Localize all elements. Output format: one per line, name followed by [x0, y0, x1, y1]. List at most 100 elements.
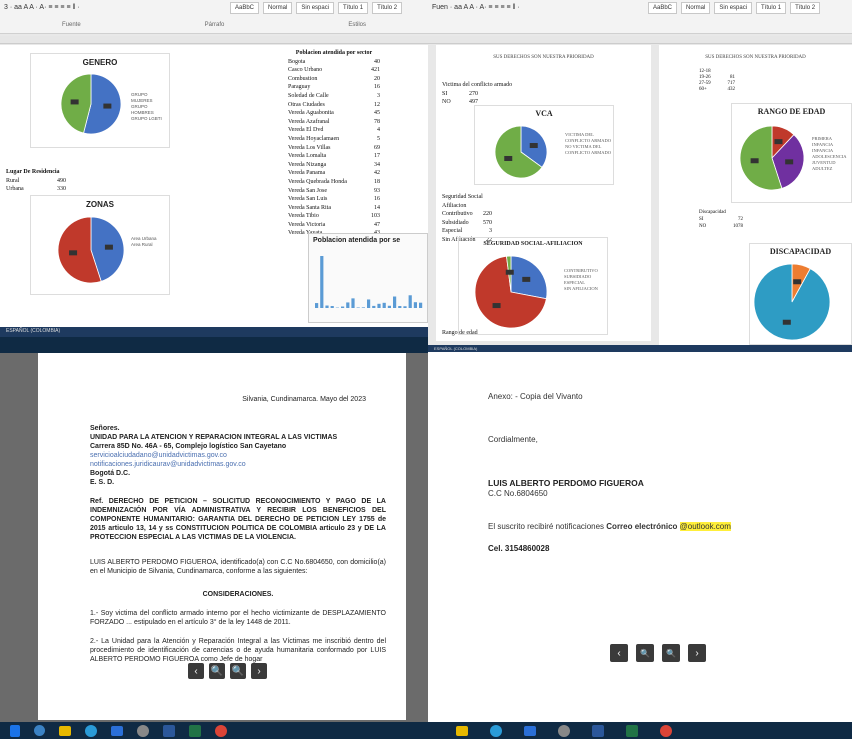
sector-row: Vereda Los Villas 69	[288, 144, 380, 151]
bar	[408, 295, 412, 308]
next-page-button[interactable]: ›	[251, 663, 267, 679]
bar	[413, 302, 417, 308]
excel-icon[interactable]	[626, 724, 638, 737]
slice-label	[782, 319, 791, 325]
taskbar-bottom-left	[0, 722, 428, 739]
sector-row: Soledad de Calle 3	[288, 92, 380, 99]
slice-label	[103, 103, 112, 109]
chart-seguridad-social: SEGURIDAD SOCIAL-AFILIACION CONTRIBUTIVO…	[458, 237, 608, 335]
bar	[367, 299, 371, 308]
chrome-icon[interactable]	[660, 724, 672, 737]
excel-icon[interactable]	[189, 724, 201, 737]
prev-page-button[interactable]: ‹	[188, 663, 204, 679]
bottom-right-nav: ‹ 🔍 🔍 ›	[610, 644, 706, 662]
chart-genero: GENERO GRUPO MUJERES GRUPO HOMBRES GRUPO…	[30, 53, 170, 148]
bar	[315, 303, 319, 308]
edge-icon[interactable]	[85, 724, 97, 737]
bar	[372, 305, 376, 308]
next-page-button[interactable]: ›	[688, 644, 706, 662]
sector-row: Vereda San Jose 93	[288, 187, 380, 194]
bar	[403, 306, 407, 308]
pie-genero	[60, 73, 122, 135]
slice-label	[505, 269, 514, 275]
word-icon[interactable]	[592, 724, 604, 737]
ribbon: 3 · aa A A · A· ≡ ≡ ≡ ≡ ‖ · AaBbC Normal…	[0, 0, 428, 34]
sector-row: Otras Ciudades 12	[288, 101, 380, 108]
bar	[419, 302, 423, 308]
bar-chart-poblacion: Poblacion atendida por se	[308, 233, 428, 323]
settings-icon[interactable]	[558, 724, 570, 737]
sector-row: Vereda Victoria 47	[288, 221, 380, 228]
bar	[341, 306, 345, 308]
pie-slice	[753, 263, 831, 341]
slice-label	[70, 99, 79, 105]
top-left-word-window: 3 · aa A A · A· ≡ ≡ ≡ ≡ ‖ · AaBbC Normal…	[0, 0, 428, 345]
sector-row: Vereda Lomalta 17	[288, 153, 380, 160]
mail-icon[interactable]	[524, 725, 536, 736]
chrome-icon[interactable]	[215, 724, 227, 737]
sector-row: Bogota 40	[288, 58, 380, 65]
slice-label	[750, 158, 759, 164]
sector-row: Vereda Azafranal 78	[288, 118, 380, 125]
bar	[361, 307, 365, 308]
bottom-left-nav: ‹ 🔍 🔍 ›	[188, 663, 267, 679]
slice-label	[522, 276, 531, 282]
sector-row: Combustion 20	[288, 75, 380, 82]
slice-label	[774, 139, 783, 145]
bar	[377, 303, 381, 308]
bar	[393, 296, 397, 308]
zoom-out-button[interactable]: 🔍	[209, 663, 225, 679]
bar	[387, 305, 391, 308]
document-page: GENERO GRUPO MUJERES GRUPO HOMBRES GRUPO…	[0, 45, 428, 327]
zoom-out-button[interactable]: 🔍	[636, 644, 654, 662]
bar	[330, 306, 334, 308]
taskbar-bottom-right	[428, 722, 852, 739]
sector-row: Paraguay 16	[288, 84, 380, 91]
sector-row: Vereda Tibio 103	[288, 213, 380, 220]
bar	[382, 302, 386, 308]
status-bar: ESPAÑOL (COLOMBIA)	[0, 327, 428, 337]
bar	[325, 305, 329, 308]
prev-page-button[interactable]: ‹	[610, 644, 628, 662]
taskbar-top-left	[0, 337, 428, 345]
sector-table: Poblacion atendida por sector Bogota 40 Ca…	[288, 50, 380, 237]
slice-label	[529, 143, 538, 149]
sector-row: Vereda Santa Rita 14	[288, 204, 380, 211]
slice-label	[69, 250, 78, 256]
top-right-word-window: Fuen · aa A A · A· ≡ ≡ ≡ ≡ ‖ · AaBbC Nor…	[428, 0, 852, 352]
edge-icon[interactable]	[490, 724, 502, 737]
sector-row: Casco Urbano 421	[288, 67, 380, 74]
sector-row: Vereda Aguabonita 45	[288, 110, 380, 117]
chart-vca: VCA VICTIMA DEL CONFLICTO ARMADO NO VICT…	[474, 105, 614, 185]
slice-label	[785, 159, 794, 165]
slice-label	[504, 155, 513, 161]
zoom-in-button[interactable]: 🔍	[662, 644, 680, 662]
bottom-right-viewer: Anexo: - Copia del Vivanto Cordialmente,…	[428, 352, 852, 722]
sector-row: Vereda Quebrada Honda 18	[288, 178, 380, 185]
slice-label	[793, 279, 802, 285]
mail-icon[interactable]	[111, 725, 123, 736]
sector-row: Vereda Nizanga 34	[288, 161, 380, 168]
bar	[346, 302, 350, 308]
sector-row: Vereda El Dvd 4	[288, 127, 380, 134]
chart-title: GENERO	[82, 58, 118, 67]
ruler[interactable]	[0, 36, 428, 44]
style-button[interactable]: AaBbC	[230, 2, 260, 14]
bar	[398, 306, 402, 308]
windows-icon[interactable]	[10, 724, 20, 737]
settings-icon[interactable]	[137, 724, 149, 737]
explorer-icon[interactable]	[59, 725, 71, 736]
sector-row: Vereda Hoyaclamaen 5	[288, 135, 380, 142]
bar	[320, 256, 324, 308]
word-icon[interactable]	[163, 724, 175, 737]
residence-table: Lugar De Residencia Rural 490 Urbana 330	[6, 169, 66, 193]
search-icon[interactable]	[34, 725, 45, 736]
explorer-icon[interactable]	[456, 725, 468, 736]
zoom-in-button[interactable]: 🔍	[230, 663, 246, 679]
style-normal-button[interactable]: Normal	[263, 2, 293, 14]
slice-label	[104, 244, 113, 250]
chart-discapacidad: DISCAPACIDAD	[749, 243, 852, 345]
sector-row: Vereda San Luis 16	[288, 196, 380, 203]
bar	[351, 298, 355, 308]
sector-row: Vereda Panama 42	[288, 170, 380, 177]
